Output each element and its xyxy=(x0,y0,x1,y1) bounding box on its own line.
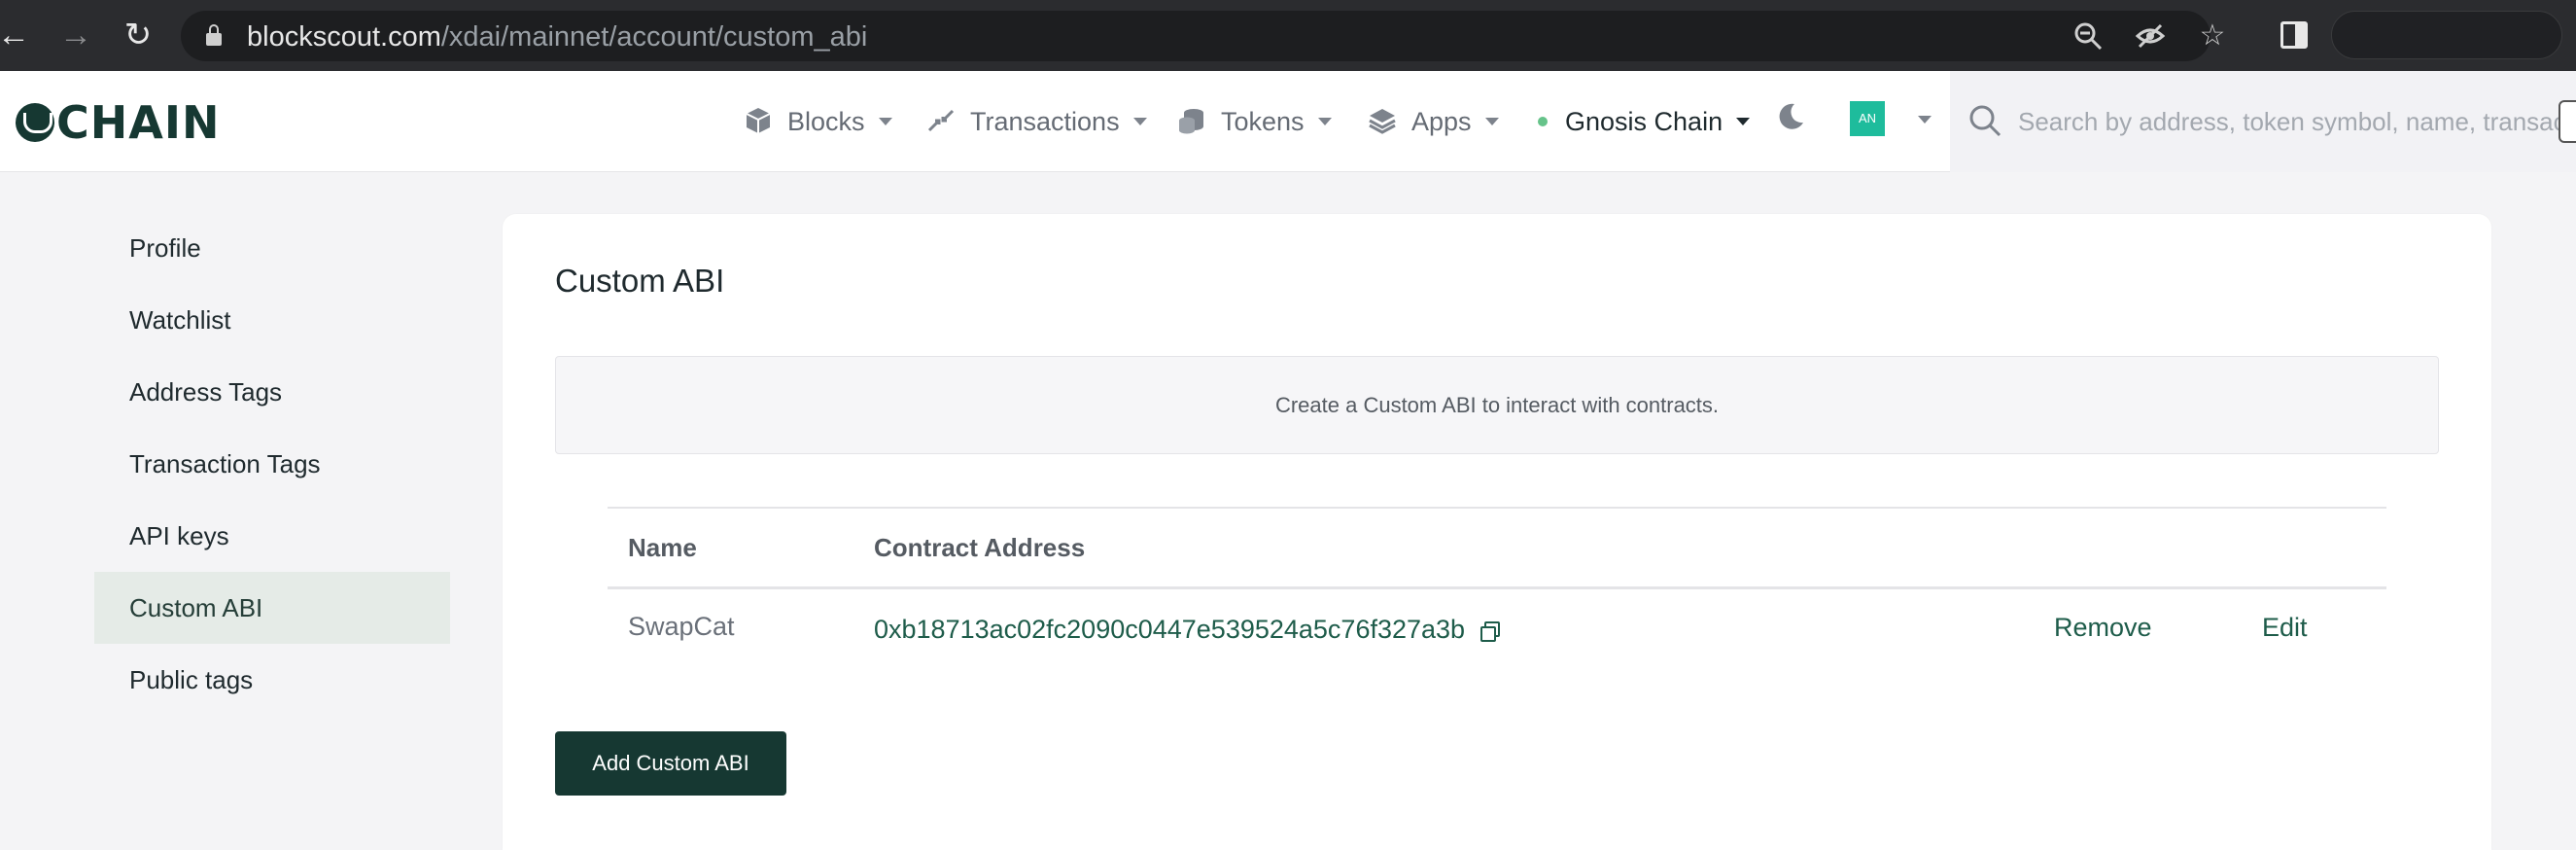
address-bar[interactable]: blockscout.com/xdai/mainnet/account/cust… xyxy=(181,11,2225,61)
copy-icon[interactable] xyxy=(1480,620,1501,642)
sidebar-item-api-keys[interactable]: API keys xyxy=(94,500,450,572)
account-sidebar: Profile Watchlist Address Tags Transacti… xyxy=(94,212,450,716)
moon-icon[interactable] xyxy=(1775,101,1806,132)
sidebar-item-transaction-tags[interactable]: Transaction Tags xyxy=(94,428,450,500)
chevron-down-icon xyxy=(1317,118,1332,125)
nav-transactions[interactable]: Transactions xyxy=(925,100,1147,143)
sidebar-item-address-tags[interactable]: Address Tags xyxy=(94,356,450,428)
back-arrow-icon[interactable]: ← xyxy=(0,16,33,54)
nav-blocks-label: Blocks xyxy=(787,106,865,136)
network-status-dot xyxy=(1538,117,1548,126)
avatar[interactable]: AN xyxy=(1850,101,1885,136)
remove-button[interactable]: Remove xyxy=(2054,613,2152,643)
sidebar-item-watchlist[interactable]: Watchlist xyxy=(94,284,450,356)
logo-mark-icon xyxy=(16,103,54,142)
add-custom-abi-button[interactable]: Add Custom ABI xyxy=(555,731,786,796)
contract-address-link[interactable]: 0xb18713ac02fc2090c0447e539524a5c76f327a… xyxy=(874,615,1501,645)
sidebar-item-profile[interactable]: Profile xyxy=(94,212,450,284)
chevron-down-icon xyxy=(1132,118,1147,125)
star-icon[interactable]: ☆ xyxy=(2197,20,2228,52)
logo-text: CHAIN xyxy=(56,96,221,149)
table-row: SwapCat 0xb18713ac02fc2090c0447e539524a5… xyxy=(608,589,2386,677)
chevron-down-icon[interactable] xyxy=(1918,116,1932,124)
side-panel-icon[interactable] xyxy=(2280,21,2308,49)
nav-blocks[interactable]: Blocks xyxy=(743,100,892,143)
nav-apps[interactable]: Apps xyxy=(1367,100,1499,143)
coins-icon xyxy=(1176,106,1207,137)
search-bar xyxy=(1950,71,2576,172)
custom-abi-card: Custom ABI Create a Custom ABI to intera… xyxy=(503,214,2491,850)
reload-icon[interactable]: ↻ xyxy=(119,16,157,54)
search-shortcut-key xyxy=(2559,100,2576,143)
browser-profile-button[interactable] xyxy=(2331,11,2562,59)
lock-icon[interactable] xyxy=(206,24,222,46)
page-title: Custom ABI xyxy=(555,263,725,299)
forward-arrow-icon[interactable]: → xyxy=(56,16,95,54)
network-label: Gnosis Chain xyxy=(1565,106,1723,136)
layers-icon xyxy=(1367,106,1398,137)
sidebar-item-public-tags[interactable]: Public tags xyxy=(94,644,450,716)
zoom-icon[interactable] xyxy=(2072,20,2104,52)
eye-off-icon[interactable] xyxy=(2135,20,2166,52)
chevron-down-icon xyxy=(1736,118,1751,125)
contract-address-text[interactable]: 0xb18713ac02fc2090c0447e539524a5c76f327a… xyxy=(874,615,1465,645)
chevron-down-icon xyxy=(878,118,892,125)
url-text: blockscout.com/xdai/mainnet/account/cust… xyxy=(247,21,868,53)
nav-tokens-label: Tokens xyxy=(1221,106,1305,136)
nav-transactions-label: Transactions xyxy=(970,106,1120,136)
abi-name: SwapCat xyxy=(628,612,735,641)
chevron-down-icon xyxy=(1484,118,1499,125)
site-logo[interactable]: CHAIN xyxy=(16,96,221,149)
column-header-contract-address: Contract Address xyxy=(874,533,1086,562)
edit-button[interactable]: Edit xyxy=(2262,613,2308,643)
arrows-icon xyxy=(925,106,957,137)
search-icon xyxy=(1967,103,2002,138)
info-message: Create a Custom ABI to interact with con… xyxy=(555,356,2439,454)
column-header-name: Name xyxy=(628,533,697,562)
network-selector[interactable]: Gnosis Chain xyxy=(1538,100,1751,143)
sidebar-item-custom-abi[interactable]: Custom ABI xyxy=(94,572,450,644)
nav-apps-label: Apps xyxy=(1411,106,1472,136)
search-input[interactable] xyxy=(2018,100,2576,143)
custom-abi-table: Name Contract Address SwapCat 0xb18713ac… xyxy=(608,507,2386,677)
cube-icon xyxy=(743,106,774,137)
nav-tokens[interactable]: Tokens xyxy=(1176,100,1332,143)
browser-toolbar: ← → ↻ blockscout.com/xdai/mainnet/accoun… xyxy=(0,0,2576,71)
table-header: Name Contract Address xyxy=(608,507,2386,589)
